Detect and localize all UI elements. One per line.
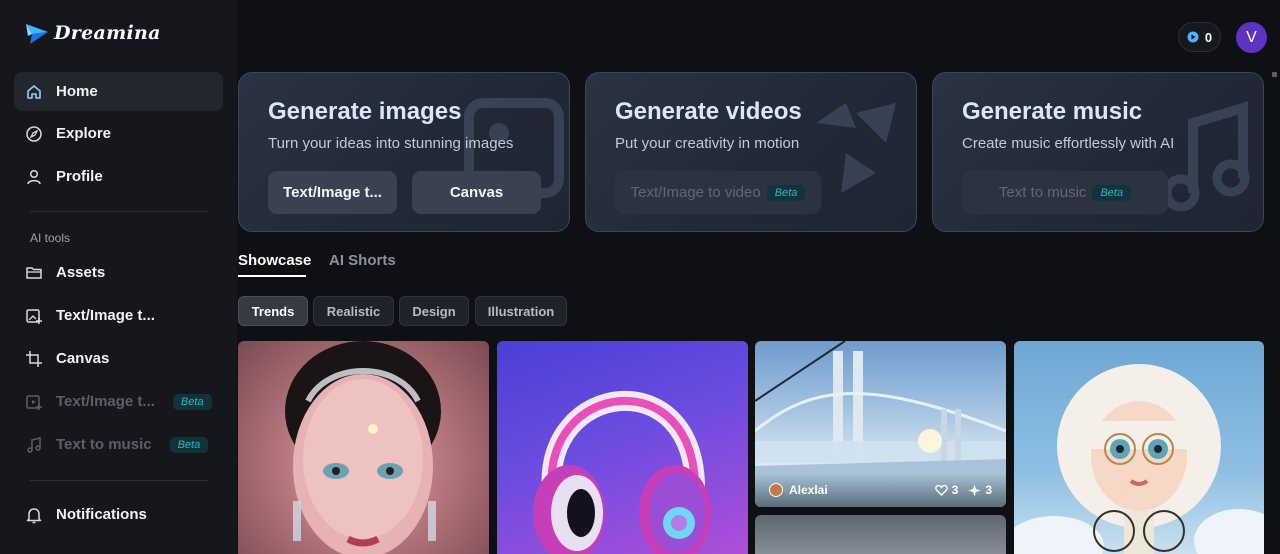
sidebar-item-label: Home [56,83,98,100]
bell-icon [24,505,44,525]
credit-coin-icon [1187,31,1199,43]
sidebar-item-home[interactable]: Home [14,72,223,111]
logo[interactable]: Dreamina [24,20,161,46]
chrome-portrait-image [285,341,441,554]
doll-image [1014,364,1264,554]
logo-text: Dreamina [54,22,161,44]
beta-badge: Beta [169,436,209,453]
sparkle-icon[interactable] [968,484,981,497]
avatar[interactable]: V [1236,22,1267,53]
text-to-music-button[interactable]: Text to music Beta [962,171,1168,214]
sidebar-item-assets[interactable]: Assets [14,253,223,292]
sidebar-divider [30,211,208,212]
beta-badge: Beta [1092,184,1132,201]
author[interactable]: Alexlai [769,483,828,497]
sidebar-item-label: Text/Image t... [56,393,155,410]
tab-underline [238,275,306,277]
sidebar-item-label: Text to music [56,436,152,453]
tab-showcase[interactable]: Showcase [238,252,311,269]
filter-trends[interactable]: Trends [238,296,308,326]
beta-badge: Beta [172,393,212,410]
text-image-to-video-button[interactable]: Text/Image to video Beta [615,171,821,214]
filter-illustration[interactable]: Illustration [475,296,567,326]
app-root: Dreamina Home Explore Profile AI tools A… [0,0,1280,554]
card-subtitle: Put your creativity in motion [615,135,800,152]
filter-realistic[interactable]: Realistic [313,296,394,326]
canvas-button[interactable]: Canvas [412,171,541,214]
card-title: Generate music [962,98,1143,125]
card-title: Generate images [268,98,462,125]
card-title: Generate videos [615,98,802,125]
dreamina-logo-icon [26,24,48,44]
card-subtitle: Turn your ideas into stunning images [268,135,514,152]
credits-button[interactable]: 0 [1178,22,1221,52]
scrollbar-thumb[interactable] [1272,72,1277,77]
author-avatar [769,483,783,497]
sidebar-item-canvas[interactable]: Canvas [14,339,223,378]
crop-icon [24,349,44,369]
text-image-button[interactable]: Text/Image t... [268,171,397,214]
sidebar-item-label: Profile [56,168,103,185]
button-label: Text to music [998,184,1087,201]
sidebar-item-label: Notifications [56,506,147,523]
remix-count: 3 [985,483,992,497]
sidebar-item-text-image[interactable]: Text/Image t... [14,296,223,335]
filter-design[interactable]: Design [399,296,469,326]
card-generate-images: Generate images Turn your ideas into stu… [238,72,570,232]
folder-icon [24,263,44,283]
tile-footer: Alexlai 3 3 [755,473,1006,507]
video-plus-icon [24,392,44,412]
gallery-tile-chrome-portrait[interactable] [238,341,489,554]
sidebar-item-label: Canvas [56,350,110,367]
compass-icon [24,124,44,144]
image-plus-icon [24,306,44,326]
sidebar-item-text-to-music[interactable]: Text to music Beta [14,425,223,464]
gallery-tile-partial[interactable] [755,515,1006,554]
credits-count: 0 [1204,29,1213,45]
card-subtitle: Create music effortlessly with AI [962,135,1175,152]
sidebar-item-explore[interactable]: Explore [14,114,223,153]
card-generate-videos: Generate videos Put your creativity in m… [585,72,917,232]
beta-badge: Beta [766,184,806,201]
button-label: Text/Image to video [630,184,761,201]
music-icon [24,435,44,455]
sidebar-item-profile[interactable]: Profile [14,157,223,196]
home-icon [24,82,44,102]
tab-ai-shorts[interactable]: AI Shorts [329,252,396,269]
author-name: Alexlai [789,483,828,497]
gallery-tile-headphones[interactable] [497,341,748,554]
sidebar-item-notifications[interactable]: Notifications [14,495,223,534]
sidebar: Dreamina Home Explore Profile AI tools A… [0,0,237,554]
gallery-tile-ice-bridge[interactable]: Alexlai 3 3 [755,341,1006,507]
user-icon [24,167,44,187]
tile-stats: 3 3 [934,483,992,497]
sidebar-item-label: Explore [56,125,112,142]
headphones-image [533,391,711,554]
section-label: AI tools [30,231,71,245]
sidebar-item-label: Assets [56,264,106,281]
sidebar-item-text-image-video[interactable]: Text/Image t... Beta [14,382,223,421]
heart-icon[interactable] [934,484,948,497]
sidebar-item-label: Text/Image t... [56,307,155,324]
gallery-tile-doll[interactable] [1014,341,1264,554]
sidebar-divider [30,480,208,481]
likes-count: 3 [951,483,959,497]
card-generate-music: Generate music Create music effortlessly… [932,72,1264,232]
